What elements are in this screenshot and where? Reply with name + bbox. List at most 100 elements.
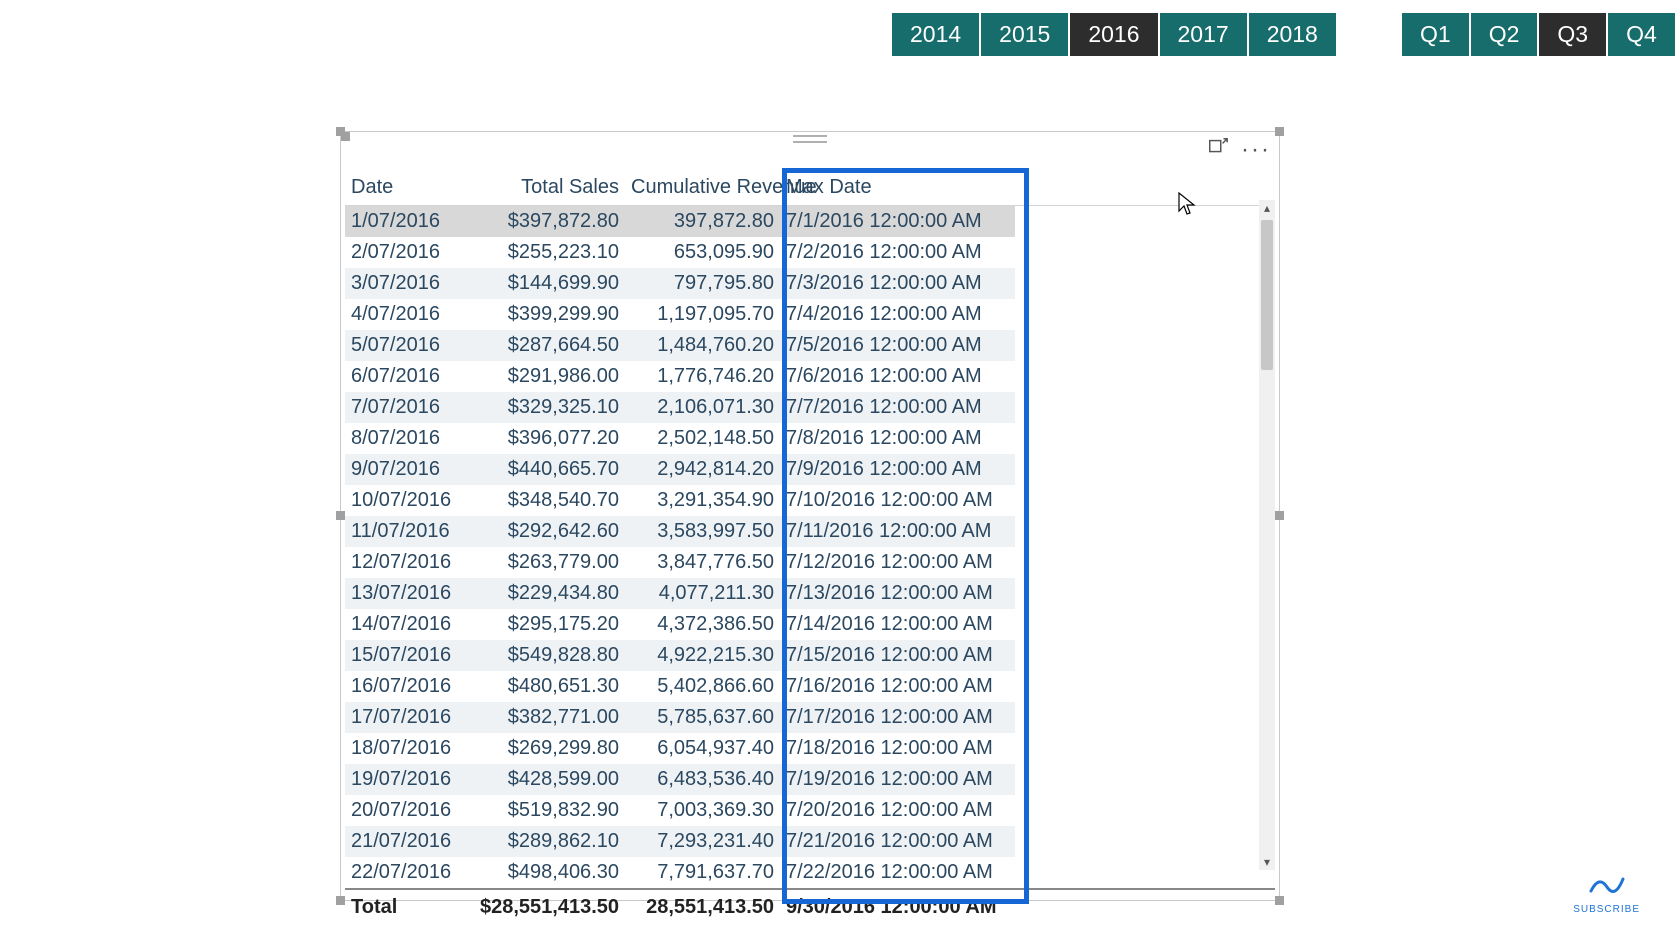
cell-max: 7/17/2016 12:00:00 AM [780,702,1015,733]
table-row[interactable]: 5/07/2016$287,664.501,484,760.207/5/2016… [345,330,1275,361]
table-header-row[interactable]: Date Total Sales Cumulative Revenue Max … [345,172,1275,206]
scroll-down-icon[interactable]: ▾ [1259,854,1275,870]
cell-max: 7/18/2016 12:00:00 AM [780,733,1015,764]
table-row[interactable]: 22/07/2016$498,406.307,791,637.707/22/20… [345,857,1275,889]
cell-cum: 797,795.80 [625,268,780,299]
table-row[interactable]: 16/07/2016$480,651.305,402,866.607/16/20… [345,671,1275,702]
table-row[interactable]: 1/07/2016$397,872.80397,872.807/1/2016 1… [345,206,1275,238]
cell-date: 12/07/2016 [345,547,473,578]
cell-date: 4/07/2016 [345,299,473,330]
cell-sales: $397,872.80 [473,206,625,238]
year-slicer-2017[interactable]: 2017 [1160,13,1247,56]
more-options-icon[interactable]: ··· [1241,141,1271,159]
col-max-date[interactable]: Max Date [780,172,1015,206]
cell-max: 7/22/2016 12:00:00 AM [780,857,1015,889]
cell-date: 15/07/2016 [345,640,473,671]
cell-date: 13/07/2016 [345,578,473,609]
table-row[interactable]: 15/07/2016$549,828.804,922,215.307/15/20… [345,640,1275,671]
cell-date: 10/07/2016 [345,485,473,516]
cell-date: 3/07/2016 [345,268,473,299]
table-row[interactable]: 17/07/2016$382,771.005,785,637.607/17/20… [345,702,1275,733]
table-row[interactable]: 20/07/2016$519,832.907,003,369.307/20/20… [345,795,1275,826]
cell-max: 7/16/2016 12:00:00 AM [780,671,1015,702]
cell-sales: $519,832.90 [473,795,625,826]
focus-mode-icon[interactable] [1207,136,1229,163]
cell-date: 9/07/2016 [345,454,473,485]
cell-sales: $399,299.90 [473,299,625,330]
cell-max: 7/5/2016 12:00:00 AM [780,330,1015,361]
cell-cum: 4,922,215.30 [625,640,780,671]
cell-date: 6/07/2016 [345,361,473,392]
cell-sales: $229,434.80 [473,578,625,609]
col-total-sales[interactable]: Total Sales [473,172,625,206]
cell-max: 7/15/2016 12:00:00 AM [780,640,1015,671]
table-row[interactable]: 9/07/2016$440,665.702,942,814.207/9/2016… [345,454,1275,485]
cell-cum: 3,291,354.90 [625,485,780,516]
cell-date: 17/07/2016 [345,702,473,733]
subscribe-label: SUBSCRIBE [1573,904,1640,915]
table-row[interactable]: 13/07/2016$229,434.804,077,211.307/13/20… [345,578,1275,609]
cell-sales: $295,175.20 [473,609,625,640]
scroll-thumb[interactable] [1261,220,1273,370]
table-row[interactable]: 18/07/2016$269,299.806,054,937.407/18/20… [345,733,1275,764]
cell-max: 7/19/2016 12:00:00 AM [780,764,1015,795]
cell-sales: $144,699.90 [473,268,625,299]
cell-sales: $549,828.80 [473,640,625,671]
cell-max: 7/6/2016 12:00:00 AM [780,361,1015,392]
cell-max: 7/8/2016 12:00:00 AM [780,423,1015,454]
year-slicer-2014[interactable]: 2014 [892,13,979,56]
table-row[interactable]: 8/07/2016$396,077.202,502,148.507/8/2016… [345,423,1275,454]
table-row[interactable]: 12/07/2016$263,779.003,847,776.507/12/20… [345,547,1275,578]
cell-max: 7/9/2016 12:00:00 AM [780,454,1015,485]
cell-date: 11/07/2016 [345,516,473,547]
table-row[interactable]: 2/07/2016$255,223.10653,095.907/2/2016 1… [345,237,1275,268]
cell-sales: $291,986.00 [473,361,625,392]
scroll-up-icon[interactable]: ▴ [1259,200,1275,216]
quarter-slicer-q3[interactable]: Q3 [1539,13,1606,56]
table-row[interactable]: 6/07/2016$291,986.001,776,746.207/6/2016… [345,361,1275,392]
quarter-slicer-q2[interactable]: Q2 [1471,13,1538,56]
cell-max: 7/2/2016 12:00:00 AM [780,237,1015,268]
year-slicer-2016[interactable]: 2016 [1070,13,1157,56]
table-row[interactable]: 21/07/2016$289,862.107,293,231.407/21/20… [345,826,1275,857]
cell-cum: 2,106,071.30 [625,392,780,423]
cell-max: 7/11/2016 12:00:00 AM [780,516,1015,547]
vertical-scrollbar[interactable]: ▴ ▾ [1259,200,1275,870]
cell-sales: $329,325.10 [473,392,625,423]
cell-max: 7/1/2016 12:00:00 AM [780,206,1015,238]
year-slicer-2018[interactable]: 2018 [1249,13,1336,56]
cell-sales: $382,771.00 [473,702,625,733]
year-slicer-2015[interactable]: 2015 [981,13,1068,56]
cell-cum: 6,054,937.40 [625,733,780,764]
drag-handle-icon[interactable] [793,135,827,143]
cell-cum: 3,583,997.50 [625,516,780,547]
cell-cum: 5,402,866.60 [625,671,780,702]
col-date[interactable]: Date [345,172,473,206]
cell-cum: 653,095.90 [625,237,780,268]
table-row[interactable]: 3/07/2016$144,699.90797,795.807/3/2016 1… [345,268,1275,299]
cell-date: 2/07/2016 [345,237,473,268]
cell-cum: 4,372,386.50 [625,609,780,640]
cell-sales: $440,665.70 [473,454,625,485]
table-row[interactable]: 4/07/2016$399,299.901,197,095.707/4/2016… [345,299,1275,330]
cell-date: 22/07/2016 [345,857,473,889]
subscribe-badge[interactable]: SUBSCRIBE [1573,871,1640,915]
table-row[interactable]: 14/07/2016$295,175.204,372,386.507/14/20… [345,609,1275,640]
quarter-slicer-q4[interactable]: Q4 [1608,13,1675,56]
table-row[interactable]: 19/07/2016$428,599.006,483,536.407/19/20… [345,764,1275,795]
cell-max: 7/13/2016 12:00:00 AM [780,578,1015,609]
table-visual[interactable]: ··· Date Total Sales Cumulative Revenue … [340,131,1280,901]
table-row[interactable]: 11/07/2016$292,642.603,583,997.507/11/20… [345,516,1275,547]
cell-sales: $396,077.20 [473,423,625,454]
cell-cum: 4,077,211.30 [625,578,780,609]
col-cumulative-revenue[interactable]: Cumulative Revenue [625,172,780,206]
cell-max: 7/7/2016 12:00:00 AM [780,392,1015,423]
cell-date: 18/07/2016 [345,733,473,764]
cell-cum: 1,776,746.20 [625,361,780,392]
table-row[interactable]: 7/07/2016$329,325.102,106,071.307/7/2016… [345,392,1275,423]
table-row[interactable]: 10/07/2016$348,540.703,291,354.907/10/20… [345,485,1275,516]
cell-date: 20/07/2016 [345,795,473,826]
quarter-slicer-q1[interactable]: Q1 [1402,13,1469,56]
cell-max: 7/21/2016 12:00:00 AM [780,826,1015,857]
cell-sales: $269,299.80 [473,733,625,764]
